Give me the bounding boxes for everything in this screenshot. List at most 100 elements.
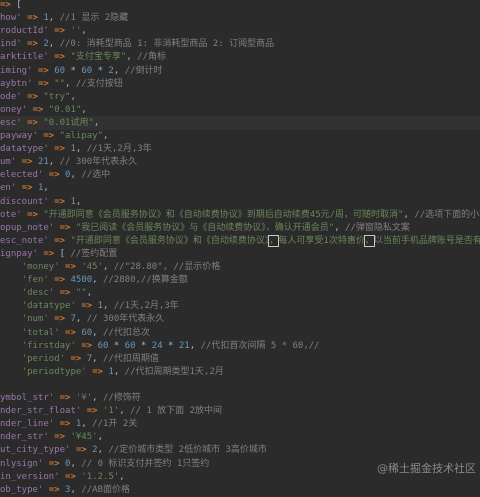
code-line[interactable]: 'money' => '45', //"28.80", //显示价格 <box>0 260 480 274</box>
code-key: nder_str_float' <box>0 406 82 417</box>
code-plain: , <box>81 419 93 430</box>
code-number: 24 <box>151 340 163 351</box>
code-line[interactable]: discount' => 1, <box>0 195 480 209</box>
code-line[interactable]: datatype' => 1, //1天,2月,3年 <box>0 142 480 156</box>
code-plain: , <box>70 484 82 495</box>
code-key: ind' <box>0 39 22 50</box>
code-plain <box>0 275 22 285</box>
code-number: 4500 <box>70 275 93 286</box>
code-string: "" <box>54 78 66 89</box>
code-plain: , <box>65 78 76 89</box>
code-line[interactable]: nder_line' => 1, //1开 2关 <box>0 417 480 431</box>
code-plain: , <box>403 209 415 220</box>
code-plain: , <box>75 196 82 207</box>
code-line[interactable]: ut_city_type' => 2, //定价城市类型 2低价城市 3高价城市 <box>0 443 480 457</box>
code-line[interactable] <box>0 378 480 392</box>
code-plain <box>0 301 22 311</box>
code-line[interactable]: ymbol_str' => '¥', //修饰符 <box>0 391 480 405</box>
code-line[interactable]: ote' => "开通即同意《会员服务协议》和《自动续费协议》到期后自动续费45… <box>0 208 480 222</box>
code-string: "开通即同意《会员服务协议》和《自动续费协议》 <box>70 235 270 246</box>
code-plain: , <box>70 91 76 102</box>
code-string: 'firstday' <box>21 340 76 351</box>
code-string: '45' <box>81 262 103 272</box>
code-plain: , <box>81 26 87 37</box>
code-string: "try" <box>43 91 71 102</box>
code-operator: => <box>27 91 38 102</box>
code-plain: * <box>92 65 109 76</box>
code-line[interactable]: payway' => "alipay", <box>0 129 480 143</box>
code-operator: => <box>48 170 60 181</box>
code-line[interactable]: 'datatype' => 1, //1天,2月,3年 <box>0 299 480 313</box>
code-key: iming' <box>0 65 33 76</box>
code-operator: => <box>21 183 33 194</box>
code-number: 60 <box>124 340 136 351</box>
code-operator: => <box>81 340 93 351</box>
code-line[interactable]: ind' => 2, //0: 消耗型商品 1: 非消耗型商品 2: 订阅型商品 <box>0 37 480 51</box>
code-plain <box>0 354 22 364</box>
code-plain: , <box>43 183 49 194</box>
code-line[interactable]: roductId' => '', <box>0 24 480 38</box>
code-key: discount' <box>0 196 49 207</box>
code-line[interactable]: 'period' => 7, //代扣周期值 <box>0 352 480 366</box>
code-number: 21 <box>37 157 49 168</box>
code-string: "0.01" <box>48 104 82 115</box>
code-plain: , <box>126 52 138 63</box>
code-key: ode' <box>0 91 22 102</box>
code-line[interactable]: esc_note' => "开通即同意《会员服务协议》和《自动续费协议》 ，每人可… <box>0 234 480 248</box>
code-operator: => <box>86 406 98 417</box>
code-plain: , <box>48 13 60 24</box>
code-key: esc_note' <box>0 235 49 246</box>
code-line[interactable]: 'firstday' => 60 * 60 * 24 * 21, //代扣首次间… <box>0 339 480 353</box>
code-string: "我已阅读《会员服务协议》与《自动续费协议》，确认开通会员" <box>75 222 335 233</box>
code-plain: , <box>113 366 125 377</box>
code-operator: => <box>59 393 71 403</box>
code-line[interactable]: ode' => "try", <box>0 90 480 104</box>
code-string: 'fen' <box>21 275 49 286</box>
code-line[interactable]: nder_str' => '¥45', <box>0 430 480 444</box>
code-number: 60 <box>81 65 93 76</box>
code-line[interactable]: arktitle' => "支付宝专享", //角标 <box>0 50 480 64</box>
code-operator: => <box>48 484 60 495</box>
code-plain <box>0 367 22 377</box>
code-line[interactable]: nder_str_float' => '1', // 1 放下面 2放中间 <box>0 404 480 418</box>
code-plain <box>0 314 22 324</box>
code-operator: => <box>0 0 11 10</box>
code-line[interactable]: opup_note' => "我已阅读《会员服务协议》与《自动续费协议》，确认开… <box>0 221 480 235</box>
code-key: esc' <box>0 117 22 128</box>
code-plain: [ <box>54 248 71 259</box>
code-operator: => <box>54 314 66 325</box>
code-editor[interactable]: => [ how' => 1, //1 显示 2隐藏 roductId' => ''… <box>0 0 480 495</box>
code-line[interactable]: how' => 1, //1 显示 2隐藏 <box>0 11 480 25</box>
code-string: 'money' <box>21 262 60 272</box>
code-line[interactable]: ignpay' => [ //签约配置 <box>0 247 480 261</box>
code-line[interactable]: 'total' => 60, //代扣总次 <box>0 326 480 340</box>
code-plain: , <box>92 353 103 364</box>
code-line[interactable]: 'fen' => 4500, //2880,//换算金额 <box>0 273 480 287</box>
code-plain: , <box>70 170 82 181</box>
code-plain <box>0 341 22 351</box>
code-operator: => <box>92 366 103 377</box>
code-string: 'period' <box>21 353 66 364</box>
code-line[interactable]: elected' => 0, //选中 <box>0 168 480 182</box>
code-comment: //1开 2关 <box>92 419 138 430</box>
code-comment: //修饰符 <box>102 393 141 403</box>
code-plain: , <box>92 393 103 403</box>
code-line[interactable]: ob_type' => 3, //AB面价格 <box>0 483 480 497</box>
code-plain: , <box>102 131 109 141</box>
code-key: ote' <box>0 209 22 220</box>
code-line[interactable]: iming' => 60 * 60 * 2, //倒计时 <box>0 64 480 78</box>
code-line[interactable]: aybtn' => "", //支付按钮 <box>0 77 480 91</box>
code-line[interactable]: esc' => "0.01试用", <box>0 115 480 130</box>
code-comment: //代扣周期类型1天,2月 <box>124 366 224 377</box>
code-plain: , <box>81 104 87 115</box>
code-plain: , <box>70 458 82 469</box>
code-line[interactable]: 'periodtype' => 1, //代扣周期类型1天,2月 <box>0 365 480 379</box>
code-key: nder_str' <box>0 432 49 443</box>
code-plain: , <box>102 301 114 312</box>
code-line[interactable]: en' => 1, <box>0 181 480 195</box>
code-line[interactable]: 'desc' => "", <box>0 286 480 300</box>
code-line[interactable]: oney' => "0.01", <box>0 103 480 117</box>
code-key: roductId' <box>0 26 49 37</box>
code-line[interactable]: 'num' => 7, // 300年代表永久 <box>0 312 480 326</box>
code-line[interactable]: um' => 21, // 300年代表永久 <box>0 155 480 169</box>
